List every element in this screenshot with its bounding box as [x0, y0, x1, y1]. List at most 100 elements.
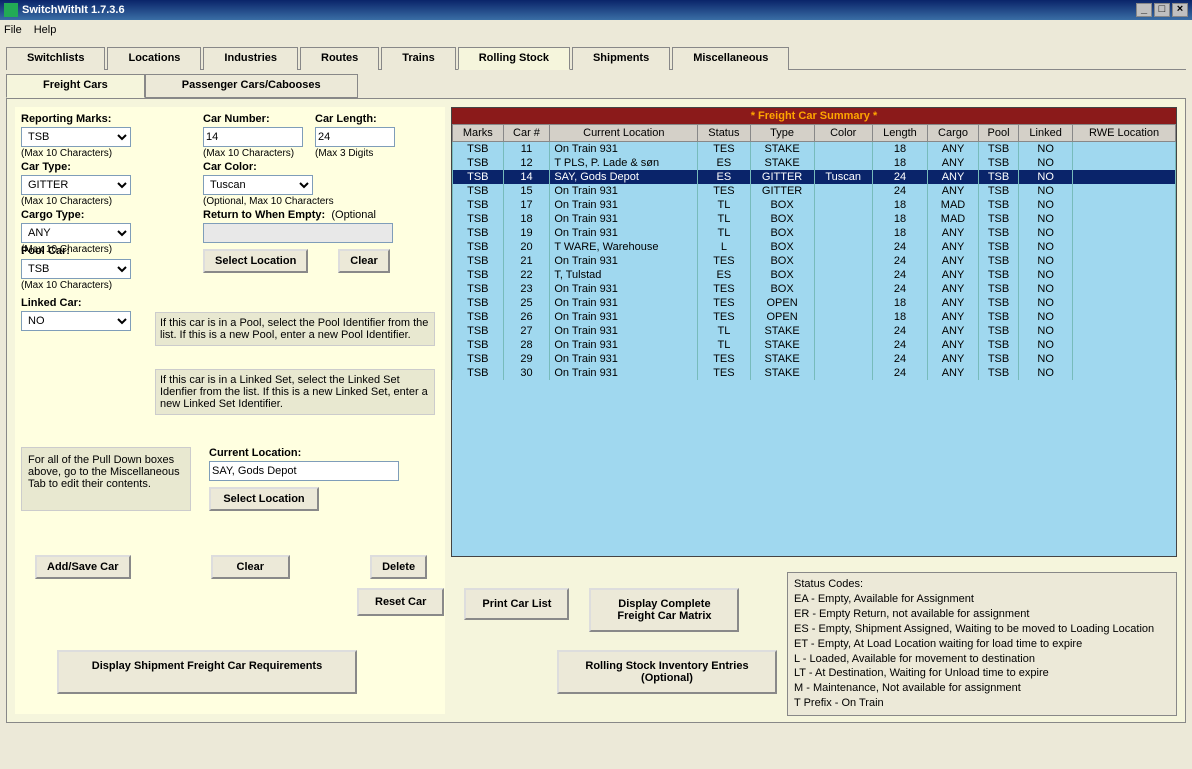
display-shipment-req-button[interactable]: Display Shipment Freight Car Requirement…	[57, 650, 357, 694]
subtab-freight-cars[interactable]: Freight Cars	[6, 74, 145, 98]
pool-car-select[interactable]: TSB	[21, 259, 131, 279]
cell: 21	[503, 254, 550, 268]
table-row[interactable]: TSB25On Train 931TESOPEN18ANYTSBNO	[453, 296, 1176, 310]
tab-shipments[interactable]: Shipments	[572, 47, 670, 70]
cell: NO	[1019, 268, 1073, 282]
col-header[interactable]: Type	[750, 125, 814, 142]
col-header[interactable]: Car #	[503, 125, 550, 142]
cargo-type-select[interactable]: ANY	[21, 223, 131, 243]
cell: On Train 931	[550, 212, 698, 226]
table-row[interactable]: TSB19On Train 931TLBOX18ANYTSBNO	[453, 226, 1176, 240]
table-row[interactable]: TSB15On Train 931TESGITTER24ANYTSBNO	[453, 184, 1176, 198]
table-row[interactable]: TSB29On Train 931TESSTAKE24ANYTSBNO	[453, 352, 1176, 366]
col-header[interactable]: Pool	[978, 125, 1018, 142]
tab-miscellaneous[interactable]: Miscellaneous	[672, 47, 789, 70]
col-header[interactable]: Linked	[1019, 125, 1073, 142]
maximize-button[interactable]: □	[1154, 3, 1170, 17]
cell: On Train 931	[550, 142, 698, 157]
table-row[interactable]: TSB20T WARE, WarehouseLBOX24ANYTSBNO	[453, 240, 1176, 254]
col-header[interactable]: Length	[872, 125, 927, 142]
table-row[interactable]: TSB23On Train 931TESBOX24ANYTSBNO	[453, 282, 1176, 296]
col-header[interactable]: Current Location	[550, 125, 698, 142]
car-color-select[interactable]: Tuscan	[203, 175, 313, 195]
table-row[interactable]: TSB11On Train 931TESSTAKE18ANYTSBNO	[453, 142, 1176, 157]
cell: NO	[1019, 296, 1073, 310]
tab-rolling-stock[interactable]: Rolling Stock	[458, 47, 570, 70]
status-line: ES - Empty, Shipment Assigned, Waiting t…	[794, 622, 1170, 637]
reporting-marks-select[interactable]: TSB	[21, 127, 131, 147]
inventory-entries-button[interactable]: Rolling Stock Inventory Entries (Optiona…	[557, 650, 777, 694]
col-header[interactable]: Status	[698, 125, 750, 142]
reset-car-button[interactable]: Reset Car	[357, 588, 444, 616]
linked-car-select[interactable]: NO	[21, 311, 131, 331]
cell: 18	[872, 156, 927, 170]
cell: TSB	[453, 282, 504, 296]
cell: 15	[503, 184, 550, 198]
table-row[interactable]: TSB27On Train 931TLSTAKE24ANYTSBNO	[453, 324, 1176, 338]
table-row[interactable]: TSB22T, TulstadESBOX24ANYTSBNO	[453, 268, 1176, 282]
clear-form-button[interactable]: Clear	[211, 555, 291, 579]
col-header[interactable]: Cargo	[928, 125, 979, 142]
cell: STAKE	[750, 352, 814, 366]
label-current-location: Current Location:	[209, 447, 399, 459]
return-empty-input[interactable]	[203, 223, 393, 243]
subtab-passenger-cars-cabooses[interactable]: Passenger Cars/Cabooses	[145, 74, 358, 98]
tab-switchlists[interactable]: Switchlists	[6, 47, 105, 70]
table-row[interactable]: TSB21On Train 931TESBOX24ANYTSBNO	[453, 254, 1176, 268]
close-button[interactable]: ×	[1172, 3, 1188, 17]
current-location-input[interactable]	[209, 461, 399, 481]
menu-help[interactable]: Help	[34, 24, 57, 36]
add-save-button[interactable]: Add/Save Car	[35, 555, 131, 579]
cell: 11	[503, 142, 550, 157]
cell: 18	[872, 310, 927, 324]
cell: TES	[698, 366, 750, 380]
hint-reporting-marks: (Max 10 Characters)	[21, 148, 131, 159]
tab-industries[interactable]: Industries	[203, 47, 298, 70]
table-row[interactable]: TSB12T PLS, P. Lade & sønESSTAKE18ANYTSB…	[453, 156, 1176, 170]
cell: ANY	[928, 324, 979, 338]
cell: L	[698, 240, 750, 254]
cell: 27	[503, 324, 550, 338]
tab-routes[interactable]: Routes	[300, 47, 379, 70]
car-number-input[interactable]	[203, 127, 303, 147]
table-row[interactable]: TSB28On Train 931TLSTAKE24ANYTSBNO	[453, 338, 1176, 352]
cell: 29	[503, 352, 550, 366]
select-location-button-2[interactable]: Select Location	[209, 487, 319, 511]
tab-trains[interactable]: Trains	[381, 47, 455, 70]
cell: TES	[698, 282, 750, 296]
table-row[interactable]: TSB18On Train 931TLBOX18MADTSBNO	[453, 212, 1176, 226]
status-line: LT - At Destination, Waiting for Unload …	[794, 666, 1170, 681]
menu-file[interactable]: File	[4, 24, 22, 36]
cell	[1073, 338, 1176, 352]
cell: TES	[698, 352, 750, 366]
tab-locations[interactable]: Locations	[107, 47, 201, 70]
cell: TSB	[978, 254, 1018, 268]
cell	[1073, 352, 1176, 366]
car-type-select[interactable]: GITTER	[21, 175, 131, 195]
cell: TSB	[453, 184, 504, 198]
col-header[interactable]: Marks	[453, 125, 504, 142]
delete-button[interactable]: Delete	[370, 555, 427, 579]
cell: 14	[503, 170, 550, 184]
clear-return-button[interactable]: Clear	[338, 249, 390, 273]
car-length-input[interactable]	[315, 127, 395, 147]
col-header[interactable]: RWE Location	[1073, 125, 1176, 142]
cell: TES	[698, 254, 750, 268]
sub-tabs: Freight CarsPassenger Cars/Cabooses	[6, 74, 1186, 98]
cell: TSB	[978, 198, 1018, 212]
minimize-button[interactable]: _	[1136, 3, 1152, 17]
cell: TSB	[978, 282, 1018, 296]
cell	[1073, 310, 1176, 324]
table-row[interactable]: TSB17On Train 931TLBOX18MADTSBNO	[453, 198, 1176, 212]
select-location-button-1[interactable]: Select Location	[203, 249, 308, 273]
table-row[interactable]: TSB26On Train 931TESOPEN18ANYTSBNO	[453, 310, 1176, 324]
cell: ANY	[928, 282, 979, 296]
cell: STAKE	[750, 142, 814, 157]
table-row[interactable]: TSB14SAY, Gods DepotESGITTERTuscan24ANYT…	[453, 170, 1176, 184]
table-row[interactable]: TSB30On Train 931TESSTAKE24ANYTSBNO	[453, 366, 1176, 380]
cell: On Train 931	[550, 310, 698, 324]
display-matrix-button[interactable]: Display Complete Freight Car Matrix	[589, 588, 739, 632]
print-car-list-button[interactable]: Print Car List	[464, 588, 569, 620]
col-header[interactable]: Color	[814, 125, 872, 142]
cell: ANY	[928, 142, 979, 157]
